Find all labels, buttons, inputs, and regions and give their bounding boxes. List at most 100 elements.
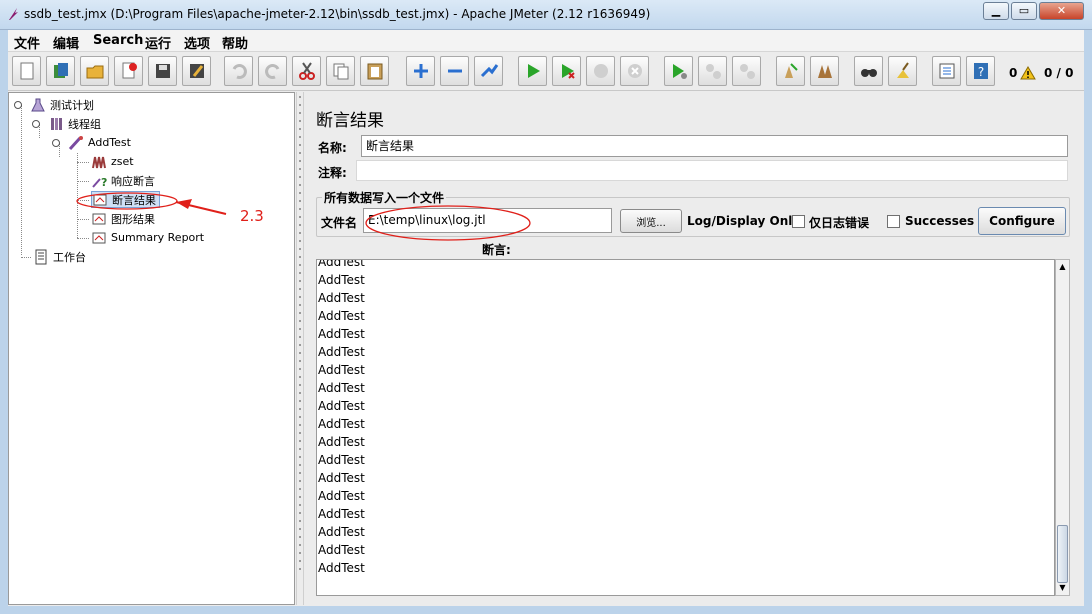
successes-checkbox[interactable] (887, 215, 900, 228)
grip-dot (299, 352, 301, 354)
close-button[interactable]: ✕ (1039, 2, 1084, 20)
grip-dot (299, 200, 301, 202)
assertion-icon: ? (92, 176, 107, 189)
templates-button[interactable] (46, 56, 75, 86)
help-button[interactable]: ? (966, 56, 995, 86)
remote-start-button[interactable] (664, 56, 693, 86)
grip-dot (299, 400, 301, 402)
grip-dot (299, 448, 301, 450)
reset-search-button[interactable] (888, 56, 917, 86)
warning-count: 0 (1009, 66, 1018, 80)
result-line: AddTest (318, 417, 365, 431)
panel-splitter[interactable] (296, 92, 304, 605)
menu-options[interactable]: 选项 (184, 33, 210, 52)
scroll-up-icon[interactable]: ▲ (1058, 262, 1067, 271)
grip-dot (299, 312, 301, 314)
grip-dot (299, 360, 301, 362)
save-button[interactable] (148, 56, 177, 86)
redo-button[interactable] (258, 56, 287, 86)
comment-field[interactable] (356, 160, 1068, 181)
listener-icon (92, 232, 106, 243)
new-button[interactable] (12, 56, 41, 86)
svg-text:?: ? (977, 65, 983, 79)
scroll-down-icon[interactable]: ▼ (1058, 583, 1067, 592)
test-plan-icon (31, 98, 45, 111)
window-title: ssdb_test.jmx (D:\Program Files\apache-j… (24, 7, 651, 21)
undo-button[interactable] (224, 56, 253, 86)
tree-node-test-plan[interactable]: 测试计划 (14, 96, 94, 113)
grip-dot (299, 416, 301, 418)
function-helper-button[interactable] (932, 56, 961, 86)
grip-dot (299, 248, 301, 250)
errors-only-checkbox[interactable] (792, 215, 805, 228)
menu-run[interactable]: 运行 (145, 33, 171, 52)
stop-button[interactable] (586, 56, 615, 86)
warning-icon[interactable] (1020, 66, 1036, 80)
menu-help[interactable]: 帮助 (222, 33, 248, 52)
grip-dot (299, 240, 301, 242)
tree-toggle-icon[interactable] (14, 100, 22, 109)
close-file-icon (122, 62, 137, 79)
clear-button[interactable] (776, 56, 805, 86)
collapse-button[interactable] (440, 56, 469, 86)
tree-toggle-icon[interactable] (52, 138, 60, 147)
assertion-results-text[interactable]: AddTest AddTest AddTest AddTest AddTest AddTe… (316, 259, 1055, 596)
toolbar: ? 0 0 / 0 (8, 53, 1084, 91)
help-icon: ? (973, 63, 988, 79)
grip-dot (299, 528, 301, 530)
scroll-thumb[interactable] (1057, 525, 1068, 583)
tree-node-summary-report[interactable]: Summary Report (91, 229, 204, 246)
grip-dot (299, 496, 301, 498)
toggle-button[interactable] (474, 56, 503, 86)
copy-button[interactable] (326, 56, 355, 86)
expand-icon (413, 64, 428, 78)
grip-dot (299, 536, 301, 538)
menu-file[interactable]: 文件 (14, 33, 40, 52)
menu-edit[interactable]: 编辑 (53, 33, 79, 52)
grip-dot (299, 384, 301, 386)
grip-dot (299, 544, 301, 546)
paste-button[interactable] (360, 56, 389, 86)
start-no-pause-button[interactable] (552, 56, 581, 86)
name-field[interactable]: 断言结果 (361, 135, 1068, 157)
cut-button[interactable] (292, 56, 321, 86)
tree-node-zset[interactable]: zset (91, 153, 134, 170)
remote-shutdown-button[interactable] (732, 56, 761, 86)
grip-dot (299, 296, 301, 298)
grip-dot (299, 304, 301, 306)
tree-node-label: 测试计划 (50, 98, 94, 112)
start-button[interactable] (518, 56, 547, 86)
tree-toggle-icon[interactable] (32, 119, 40, 128)
grip-dot (299, 216, 301, 218)
configure-button[interactable]: Configure (978, 207, 1066, 235)
tree-node-workbench[interactable]: 工作台 (33, 248, 86, 265)
results-scrollbar[interactable]: ▲ ▼ (1055, 259, 1070, 596)
tree-node-response-assertion[interactable]: ? 响应断言 (91, 172, 155, 189)
open-button[interactable] (80, 56, 109, 86)
result-line: AddTest (318, 507, 365, 521)
shutdown-icon (627, 64, 642, 78)
expand-button[interactable] (406, 56, 435, 86)
search-button[interactable] (854, 56, 883, 86)
start-icon (527, 64, 540, 78)
grip-dot (299, 480, 301, 482)
maximize-button[interactable]: ▭ (1011, 2, 1037, 20)
window-title-bar[interactable]: ssdb_test.jmx (D:\Program Files\apache-j… (0, 0, 1092, 30)
tree-node-thread-group[interactable]: 线程组 (32, 115, 101, 132)
browse-button[interactable]: 浏览... (620, 209, 682, 233)
clear-all-button[interactable] (810, 56, 839, 86)
menu-search[interactable]: Search (93, 33, 143, 48)
shutdown-button[interactable] (620, 56, 649, 86)
save-icon (155, 64, 170, 78)
remote-stop-button[interactable] (698, 56, 727, 86)
result-line: AddTest (318, 489, 365, 503)
remote-start-icon (672, 64, 687, 79)
minimize-button[interactable]: ▁ (983, 2, 1009, 20)
thread-count: 0 / 0 (1044, 66, 1074, 80)
tree-node-label: 响应断言 (111, 174, 155, 188)
close-file-button[interactable] (114, 56, 143, 86)
grip-dot (299, 408, 301, 410)
grip-dot (299, 472, 301, 474)
save-as-button[interactable] (182, 56, 211, 86)
tree-node-addtest[interactable]: AddTest (52, 134, 131, 151)
